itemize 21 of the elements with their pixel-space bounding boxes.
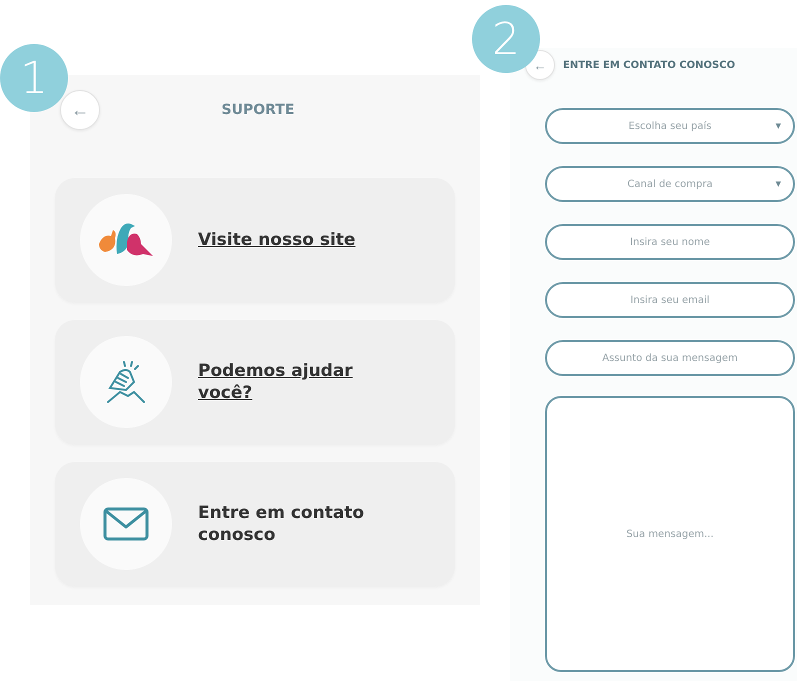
back-button[interactable]: ←: [60, 90, 100, 130]
card-label: Podemos ajudar você?: [198, 360, 354, 404]
screen-title: ENTRE EM CONTATO CONOSCO: [563, 60, 736, 70]
support-card[interactable]: Podemos ajudar você?: [55, 320, 455, 444]
envelope-icon: [103, 507, 149, 541]
field-placeholder: Sua mensagem...: [626, 528, 714, 540]
input-field[interactable]: Insira seu email: [545, 282, 795, 318]
field-placeholder: Escolha seu país: [628, 120, 712, 132]
input-field[interactable]: Insira seu nome: [545, 224, 795, 260]
message-field[interactable]: Sua mensagem...: [545, 396, 795, 672]
support-card[interactable]: Entre em contato conosco: [55, 462, 455, 586]
field-placeholder: Assunto da sua mensagem: [602, 352, 738, 364]
field-placeholder: Canal de compra: [627, 178, 713, 190]
input-field[interactable]: Assunto da sua mensagem: [545, 340, 795, 376]
card-label: Visite nosso site: [198, 228, 356, 252]
field-placeholder: Insira seu email: [630, 294, 710, 306]
field-placeholder: Insira seu nome: [630, 236, 710, 248]
screen-title: SUPORTE: [222, 102, 294, 118]
support-card[interactable]: Visite nosso site: [55, 178, 455, 302]
step-badge: 1: [0, 44, 68, 112]
card-label: Entre em contato conosco: [198, 502, 366, 546]
